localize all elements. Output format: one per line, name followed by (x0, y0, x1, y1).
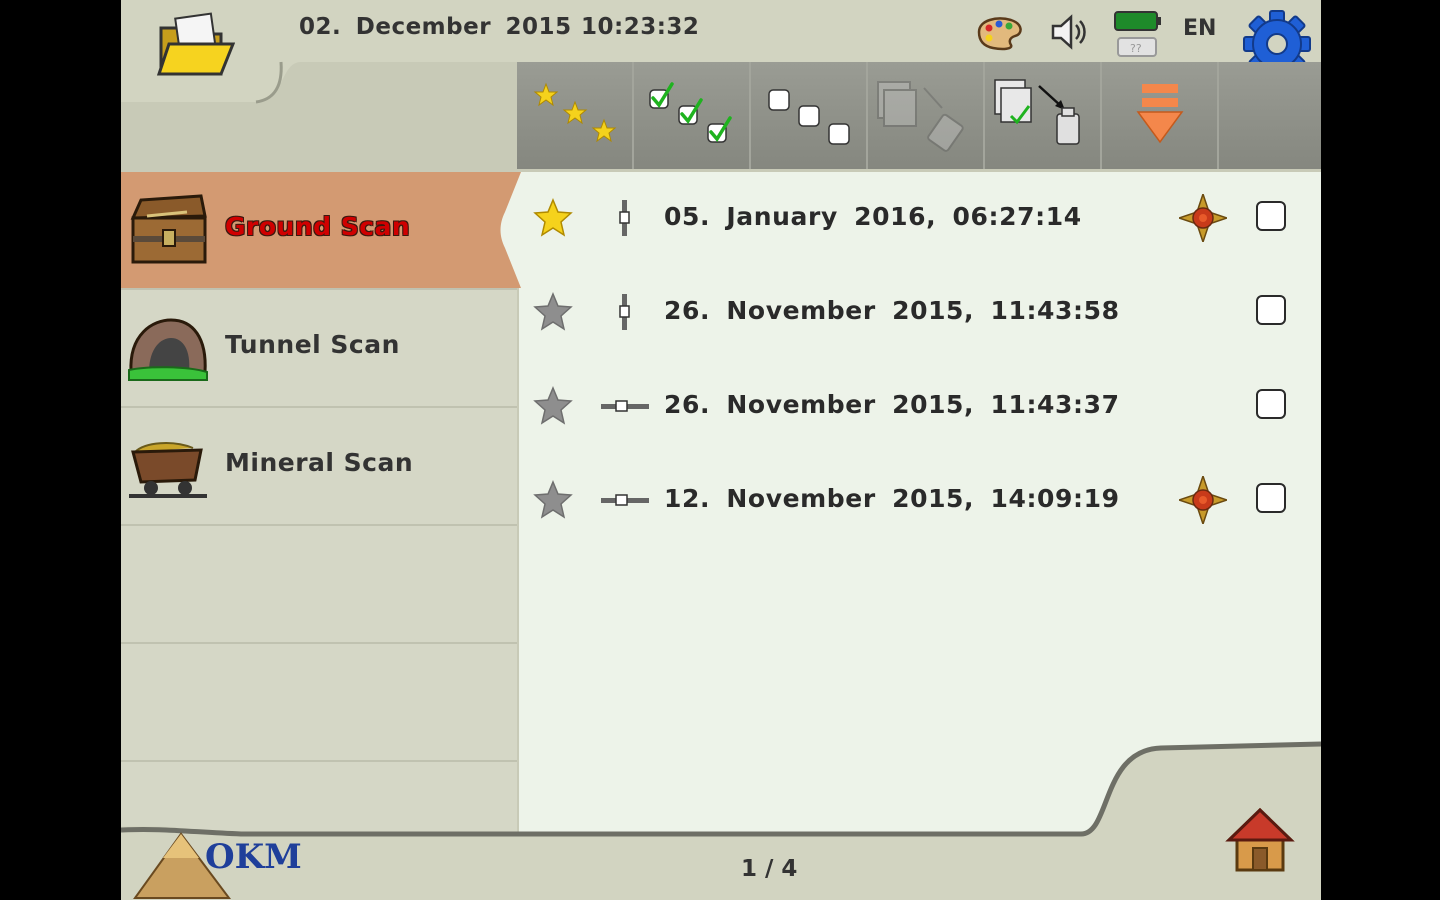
deselect-all-button[interactable] (751, 62, 868, 169)
sidebar-item-ground-scan[interactable]: Ground Scan (121, 172, 517, 290)
page-indicator: 1 / 4 (741, 856, 798, 882)
sidebar-item-label: Tunnel Scan (225, 330, 400, 359)
scroll-down-icon (1136, 84, 1184, 144)
vertical-scan-icon (619, 200, 630, 236)
export-scans-icon (994, 79, 1080, 145)
scan-row[interactable]: 26. November 2015, 11:43:58 (519, 266, 1321, 360)
export-scans-button[interactable] (985, 62, 1102, 169)
scan-checkbox[interactable] (1256, 295, 1286, 325)
scan-checkbox[interactable] (1256, 483, 1286, 513)
select-all-icon (649, 82, 732, 143)
pyramid-logo-icon: OKM (133, 832, 302, 899)
sidebar-item-label: Mineral Scan (225, 448, 414, 477)
header-date: 02. December 2015 (299, 14, 572, 40)
toolbar (517, 62, 1321, 169)
delete-scans-icon (877, 81, 964, 152)
palette-icon (977, 17, 1022, 51)
folder-button[interactable] (155, 10, 236, 82)
select-favorites-icon (533, 82, 617, 143)
mine-cart-icon (129, 442, 207, 498)
app-window: 02. December 2015 10:23:32 ?? EN Ground … (121, 0, 1321, 900)
select-all-button[interactable] (634, 62, 751, 169)
sidebar-item-label: Ground Scan (225, 212, 411, 241)
favorite-star-icon[interactable] (533, 480, 573, 520)
battery-icon: ?? (1114, 11, 1161, 57)
favorite-star-icon[interactable] (533, 198, 573, 238)
scan-checkbox[interactable] (1256, 389, 1286, 419)
scan-row[interactable]: 12. November 2015, 14:09:19 (519, 454, 1321, 548)
header-time: 10:23:32 (581, 14, 700, 40)
svg-text:OKM: OKM (205, 837, 302, 877)
folder-icon (156, 12, 236, 76)
deselect-all-icon (768, 89, 850, 145)
scroll-down-button[interactable] (1102, 62, 1219, 169)
select-favorites-button[interactable] (517, 62, 634, 169)
scan-row[interactable]: 26. November 2015, 11:43:37 (519, 360, 1321, 454)
horizontal-scan-icon (601, 400, 649, 412)
sidebar-item-tunnel-scan[interactable]: Tunnel Scan (121, 290, 517, 408)
battery-status: ?? (1113, 8, 1165, 60)
scan-checkbox[interactable] (1256, 201, 1286, 231)
sidebar-item-mineral-scan[interactable]: Mineral Scan (121, 408, 517, 526)
target-icon (1179, 476, 1227, 524)
scan-row[interactable]: 05. January 2016, 06:27:14 (519, 172, 1321, 266)
scan-date: 05. January 2016, 06:27:14 (664, 202, 1082, 231)
svg-text:??: ?? (1130, 42, 1142, 55)
sidebar-empty-slot (121, 526, 517, 644)
toolbar-spacer (1219, 62, 1321, 169)
home-button[interactable] (1225, 806, 1295, 874)
horizontal-scan-icon (601, 494, 649, 506)
favorite-star-icon[interactable] (533, 292, 573, 332)
target-icon (1179, 194, 1227, 242)
active-item-pointer (485, 172, 521, 288)
home-icon (1225, 807, 1295, 872)
okm-logo: OKM (129, 828, 309, 900)
scan-date: 12. November 2015, 14:09:19 (664, 484, 1120, 513)
tunnel-icon (128, 318, 208, 381)
delete-scans-button[interactable] (868, 62, 985, 169)
speaker-icon (1051, 14, 1086, 50)
sound-button[interactable] (1049, 12, 1089, 52)
favorite-star-icon[interactable] (533, 386, 573, 426)
palette-button[interactable] (973, 12, 1025, 52)
scan-date: 26. November 2015, 11:43:58 (664, 296, 1120, 325)
scan-date: 26. November 2015, 11:43:37 (664, 390, 1120, 419)
treasure-chest-icon (130, 194, 207, 264)
vertical-scan-icon (619, 294, 630, 330)
language-selector[interactable]: EN (1183, 16, 1216, 41)
